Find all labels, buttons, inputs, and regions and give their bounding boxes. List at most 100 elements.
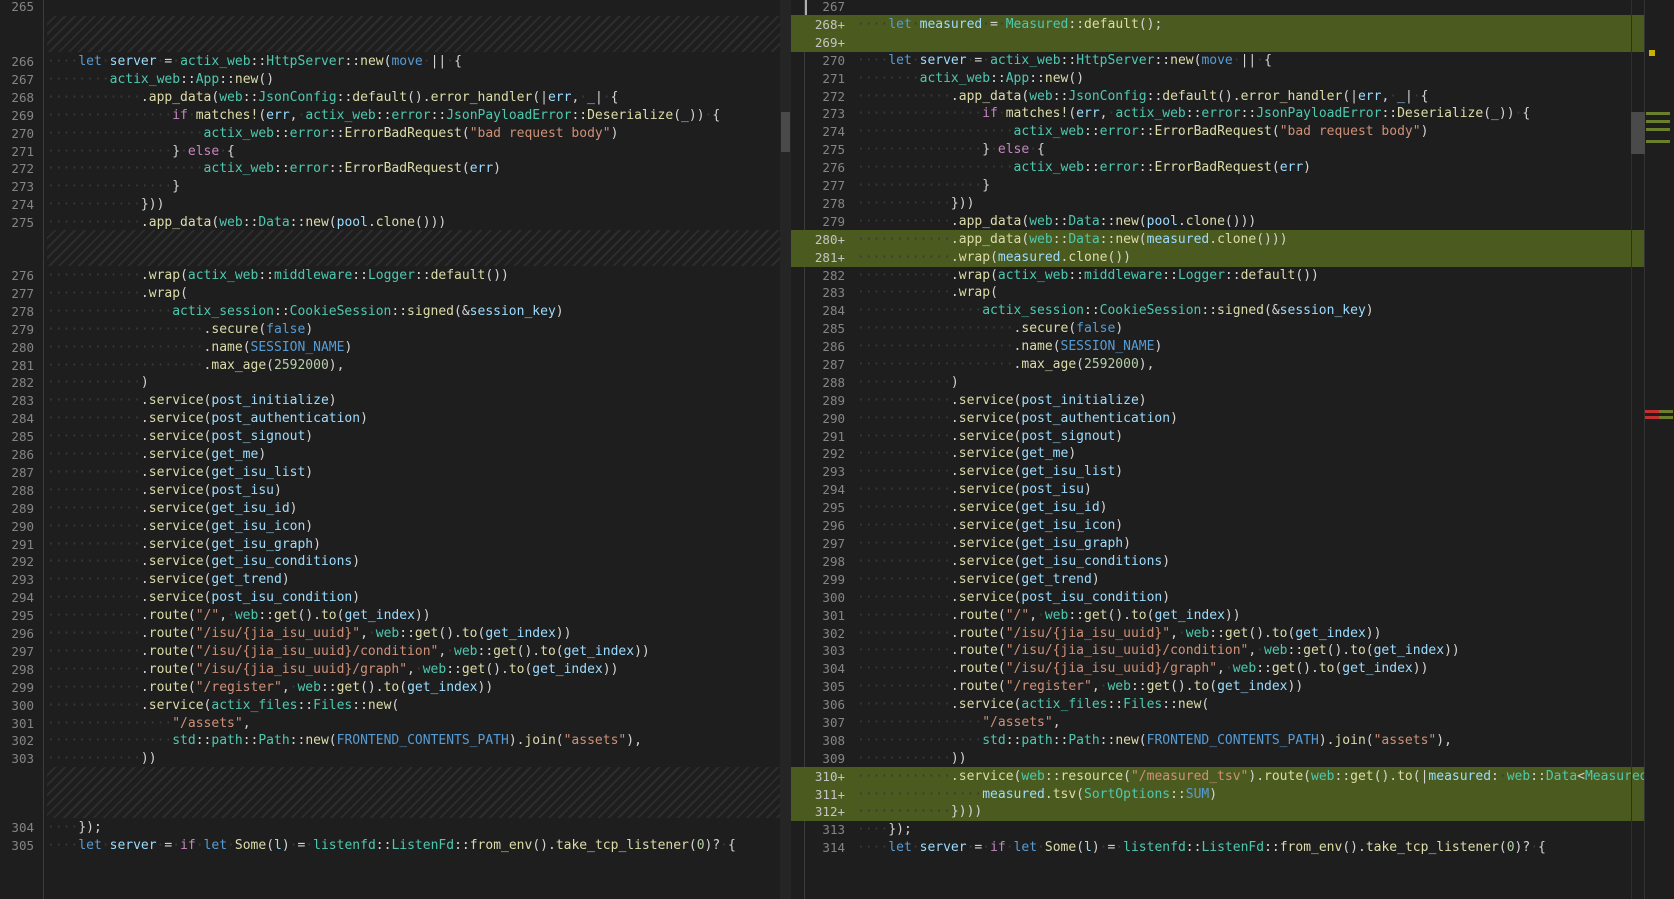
code-line[interactable]: 268 ············.app_data(web::JsonConfig… — [0, 88, 780, 107]
code-line[interactable]: 279 ····················.secure(false) — [0, 320, 780, 339]
pane-sash[interactable] — [780, 0, 791, 899]
code-line[interactable]: 303 ············.route("/isu/{jia_isu_uui… — [791, 641, 1644, 660]
code-line[interactable]: 270 ····················actix_web::error:… — [0, 124, 780, 143]
code-line[interactable]: 295 ············.route("/",·web::get().to… — [0, 606, 780, 625]
code-line[interactable]: 285 ············.service(post_signout) — [0, 427, 780, 446]
code-line[interactable]: 306 ············.service(actix_files::Fil… — [791, 695, 1644, 714]
code-line[interactable]: 274 ····················actix_web::error:… — [791, 122, 1644, 141]
code-line[interactable]: 265 — [0, 0, 780, 16]
modified-pane[interactable]: 267 268+ ····let·measured·=·Measured::defa… — [791, 0, 1644, 899]
code-line[interactable]: 287 ····················.max_age(2592000)… — [791, 355, 1644, 374]
code-line[interactable]: 305 ············.route("/register",·web::… — [791, 677, 1644, 696]
code-line[interactable]: 270 ····let·server·=·actix_web::HttpServe… — [791, 51, 1644, 70]
code-line[interactable]: 284 ················actix_session::Cookie… — [791, 301, 1644, 320]
code-line[interactable]: 312+ ············}))) — [791, 802, 1644, 821]
code-line[interactable]: 279 ············.app_data(web::Data::new(… — [791, 212, 1644, 231]
code-text: ····················.name(SESSION_NAME) — [47, 340, 353, 355]
overview-ruler[interactable] — [1631, 0, 1674, 899]
code-line[interactable]: 298 ············.service(get_isu_conditio… — [791, 552, 1644, 571]
code-line[interactable]: 269+ — [791, 33, 1644, 52]
overview-viewport[interactable] — [1631, 112, 1645, 154]
code-line[interactable]: 277 ················} — [791, 176, 1644, 195]
code-line[interactable]: 292 ············.service(get_isu_conditio… — [0, 552, 780, 571]
code-line[interactable]: 273 ················} — [0, 177, 780, 196]
original-pane[interactable]: 265266 ····let·server·=·actix_web::HttpSe… — [0, 0, 780, 899]
code-line[interactable]: 314 ····let·server·=·if·let·Some(l)·=·lis… — [791, 838, 1644, 857]
code-line[interactable]: 278 ················actix_session::Cookie… — [0, 302, 780, 321]
code-line[interactable]: 280 ····················.name(SESSION_NAM… — [0, 338, 780, 357]
code-line[interactable]: 310+ ············.service(web::resource("… — [791, 767, 1644, 786]
code-line[interactable]: 295 ············.service(get_isu_id) — [791, 498, 1644, 517]
code-line[interactable]: 297 ············.service(get_isu_graph) — [791, 534, 1644, 553]
code-line[interactable]: 282 ············) — [0, 373, 780, 392]
code-line[interactable]: 268+ ····let·measured·=·Measured::default… — [791, 15, 1644, 34]
code-line[interactable]: 266 ····let·server·=·actix_web::HttpServe… — [0, 52, 780, 71]
line-number: 273 — [11, 179, 34, 194]
code-line[interactable]: 271 ········actix_web::App::new() — [791, 69, 1644, 88]
code-line[interactable]: 307 ················"/assets", — [791, 713, 1644, 732]
code-line[interactable]: 286 ····················.name(SESSION_NAM… — [791, 337, 1644, 356]
code-line[interactable]: 288 ············.service(post_isu) — [0, 481, 780, 500]
line-number: 278 — [11, 304, 34, 319]
line-number: 299 — [822, 572, 845, 587]
code-line[interactable]: 290 ············.service(get_isu_icon) — [0, 517, 780, 536]
code-line[interactable]: 286 ············.service(get_me) — [0, 445, 780, 464]
code-line[interactable]: 275 ············.app_data(web::Data::new(… — [0, 213, 780, 232]
code-line[interactable]: 288 ············) — [791, 373, 1644, 392]
left-scrollbar-thumb[interactable] — [781, 112, 790, 152]
code-line[interactable]: 292 ············.service(get_me) — [791, 444, 1644, 463]
code-line[interactable]: 304 ············.route("/isu/{jia_isu_uui… — [791, 659, 1644, 678]
line-number: 313 — [822, 822, 845, 837]
code-line[interactable]: 283 ············.wrap( — [791, 283, 1644, 302]
code-line[interactable]: 294 ············.service(post_isu) — [791, 480, 1644, 499]
code-line[interactable]: 267 — [791, 0, 1644, 16]
code-line[interactable]: 299 ············.service(get_trend) — [791, 570, 1644, 589]
code-line[interactable]: 285 ····················.secure(false) — [791, 319, 1644, 338]
code-line[interactable]: 313 ····}); — [791, 820, 1644, 839]
code-line[interactable]: 274 ············})) — [0, 195, 780, 214]
code-line[interactable]: 304 ····}); — [0, 818, 780, 837]
code-text: ············.service(post_isu_condition) — [857, 590, 1171, 605]
code-line[interactable]: 269 ················if·matches!(err,·acti… — [0, 106, 780, 125]
code-line[interactable]: 290 ············.service(post_authenticat… — [791, 409, 1644, 428]
code-line[interactable]: 289 ············.service(post_initialize) — [791, 391, 1644, 410]
code-line[interactable]: 276 ············.wrap(actix_web::middlewa… — [0, 266, 780, 285]
code-line[interactable]: 309 ············)) — [791, 749, 1644, 768]
code-line[interactable]: 278 ············})) — [791, 194, 1644, 213]
code-line[interactable]: 280+ ············.app_data(web::Data::new… — [791, 230, 1644, 249]
code-line[interactable]: 308 ················std::path::Path::new(… — [791, 731, 1644, 750]
code-line[interactable]: 300 ············.service(post_isu_conditi… — [791, 588, 1644, 607]
line-number: 289 — [822, 393, 845, 408]
code-line[interactable]: 305 ····let·server·=·if·let·Some(l)·=·lis… — [0, 836, 780, 855]
code-line[interactable]: 294 ············.service(post_isu_conditi… — [0, 588, 780, 607]
code-line[interactable]: 276 ····················actix_web::error:… — [791, 158, 1644, 177]
line-number: 269+ — [814, 35, 845, 50]
code-line[interactable]: 284 ············.service(post_authenticat… — [0, 409, 780, 428]
code-line[interactable]: 297 ············.route("/isu/{jia_isu_uui… — [0, 642, 780, 661]
code-line[interactable]: 296 ············.service(get_isu_icon) — [791, 516, 1644, 535]
code-line[interactable]: 293 ············.service(get_trend) — [0, 570, 780, 589]
code-line[interactable]: 267 ········actix_web::App::new() — [0, 70, 780, 89]
code-line[interactable]: 277 ············.wrap( — [0, 284, 780, 303]
code-line[interactable]: 301 ············.route("/",·web::get().to… — [791, 606, 1644, 625]
code-line[interactable]: 289 ············.service(get_isu_id) — [0, 499, 780, 518]
code-text: ············.service(post_signout) — [47, 429, 314, 444]
line-number: 272 — [11, 161, 34, 176]
line-number: 304 — [11, 820, 34, 835]
code-line[interactable]: 298 ············.route("/isu/{jia_isu_uui… — [0, 660, 780, 679]
code-line[interactable]: 273 ················if·matches!(err,·acti… — [791, 104, 1644, 123]
code-line[interactable]: 283 ············.service(post_initialize) — [0, 391, 780, 410]
code-text: ············) — [857, 375, 959, 390]
overview-added-mark — [1646, 112, 1670, 115]
diff-filler-hatch — [47, 230, 780, 266]
code-line[interactable]: 299 ············.route("/register",·web::… — [0, 678, 780, 697]
code-line[interactable]: 272 ····················actix_web::error:… — [0, 159, 780, 178]
code-line[interactable]: 303 ············)) — [0, 749, 780, 768]
code-line[interactable]: 281+ ············.wrap(measured.clone()) — [791, 248, 1644, 267]
code-line[interactable]: 287 ············.service(get_isu_list) — [0, 463, 780, 482]
code-line[interactable]: 275 ················}·else·{ — [791, 140, 1644, 159]
code-line[interactable]: 300 ············.service(actix_files::Fil… — [0, 696, 780, 715]
code-line[interactable]: 302 ················std::path::Path::new(… — [0, 731, 780, 750]
code-line[interactable]: 293 ············.service(get_isu_list) — [791, 462, 1644, 481]
code-line[interactable]: 296 ············.route("/isu/{jia_isu_uui… — [0, 624, 780, 643]
